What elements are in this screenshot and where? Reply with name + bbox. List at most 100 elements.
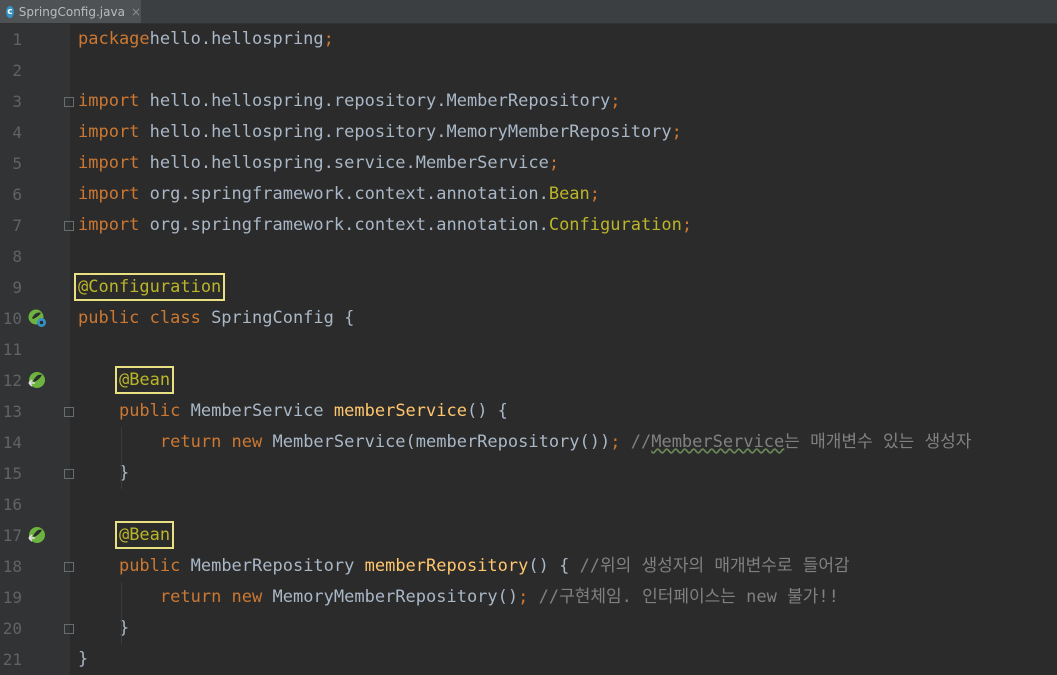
code-token: public bbox=[118, 401, 191, 421]
fold-marker-icon[interactable] bbox=[64, 407, 74, 417]
highlighted-annotation: @Bean bbox=[114, 366, 175, 394]
line-number: 8 bbox=[12, 247, 22, 266]
tab-springconfig[interactable]: c SpringConfig.java × bbox=[0, 0, 141, 23]
code-line-9[interactable]: 9 @Configuration bbox=[0, 272, 1057, 303]
code-text: import org.springframework.context.annot… bbox=[78, 210, 692, 241]
line-number: 15 bbox=[2, 464, 22, 483]
code-token: memberRepository bbox=[364, 556, 529, 576]
fold-marker-icon[interactable] bbox=[64, 221, 74, 231]
code-token: package bbox=[78, 29, 150, 49]
code-line-12[interactable]: 12 @Bean bbox=[0, 365, 1057, 396]
code-line-19[interactable]: 19 return new MemoryMemberRepository(); … bbox=[0, 582, 1057, 613]
code-token: Bean bbox=[548, 184, 590, 204]
code-text: import hello.hellospring.service.MemberS… bbox=[78, 148, 559, 179]
code-token: ; bbox=[548, 153, 560, 173]
code-text: return new MemoryMemberRepository(); //구… bbox=[78, 582, 839, 613]
code-token: return new bbox=[159, 432, 273, 452]
code-token: SpringConfig { bbox=[211, 308, 355, 328]
code-text: @Configuration bbox=[73, 272, 226, 303]
code-token: //구현체임. 인터페이스는 new 불가!! bbox=[538, 587, 839, 607]
code-token: hello.hellospring bbox=[149, 29, 324, 49]
code-line-11[interactable]: 11 bbox=[0, 334, 1057, 365]
code-token: Configuration bbox=[548, 215, 682, 235]
code-token: import bbox=[78, 215, 140, 235]
close-tab-icon[interactable]: × bbox=[131, 5, 141, 19]
code-line-7[interactable]: 7 import org.springframework.context.anno… bbox=[0, 210, 1057, 241]
code-token: public bbox=[118, 556, 191, 576]
code-token: ; bbox=[681, 215, 693, 235]
line-number: 6 bbox=[12, 185, 22, 204]
code-line-15[interactable]: 15 } bbox=[0, 458, 1057, 489]
code-line-13[interactable]: 13 public MemberService memberService() … bbox=[0, 396, 1057, 427]
code-text: packagehello.hellospring; bbox=[78, 24, 334, 55]
code-text: import org.springframework.context.annot… bbox=[78, 179, 600, 210]
code-line-2[interactable]: 2 bbox=[0, 55, 1057, 86]
line-number: 4 bbox=[12, 123, 22, 142]
line-number: 11 bbox=[2, 340, 22, 359]
line-number: 2 bbox=[12, 61, 22, 80]
code-text: @Bean bbox=[78, 365, 175, 396]
code-text: @Bean bbox=[78, 520, 175, 551]
highlighted-annotation: @Configuration bbox=[73, 273, 226, 301]
line-number: 10 bbox=[2, 309, 22, 328]
line-number: 5 bbox=[12, 154, 22, 173]
code-line-4[interactable]: 4 import hello.hellospring.repository.Mem… bbox=[0, 117, 1057, 148]
code-token: ; bbox=[610, 91, 621, 111]
code-line-1[interactable]: 1 packagehello.hellospring; bbox=[0, 24, 1057, 55]
fold-marker-icon[interactable] bbox=[64, 469, 74, 479]
code-token: hello.hellospring.repository.MemoryMembe… bbox=[139, 122, 672, 142]
code-token: } bbox=[78, 649, 89, 669]
code-text: return new MemberService(memberRepositor… bbox=[78, 427, 972, 458]
code-line-17[interactable]: 17 @Bean bbox=[0, 520, 1057, 551]
line-number: 3 bbox=[12, 92, 22, 111]
code-token: MemberRepository bbox=[190, 556, 365, 576]
code-token: () { bbox=[466, 401, 508, 421]
code-token: MemberService(memberRepository()) bbox=[272, 432, 611, 452]
code-token: ; bbox=[323, 29, 334, 49]
highlighted-annotation: @Bean bbox=[114, 521, 175, 549]
line-number: 16 bbox=[2, 495, 22, 514]
code-token: 는 매개변수 있는 생성자 bbox=[784, 432, 972, 452]
fold-marker-icon[interactable] bbox=[64, 97, 74, 107]
code-line-3[interactable]: 3 import hello.hellospring.repository.Mem… bbox=[0, 86, 1057, 117]
code-text: public MemberService memberService() { bbox=[78, 396, 508, 427]
code-line-6[interactable]: 6 import org.springframework.context.anno… bbox=[0, 179, 1057, 210]
indent-guide bbox=[121, 427, 122, 489]
line-number: 17 bbox=[2, 526, 22, 545]
code-text: public class SpringConfig { bbox=[78, 303, 354, 334]
code-text: import hello.hellospring.repository.Memb… bbox=[78, 86, 620, 117]
code-token: MemberService bbox=[190, 401, 334, 421]
code-line-8[interactable]: 8 bbox=[0, 241, 1057, 272]
spring-bean-icon[interactable] bbox=[27, 370, 47, 390]
line-number: 1 bbox=[12, 30, 22, 49]
line-number: 9 bbox=[12, 278, 22, 297]
indent-guide bbox=[121, 582, 122, 644]
line-number: 14 bbox=[2, 433, 22, 452]
code-line-5[interactable]: 5 import hello.hellospring.service.Member… bbox=[0, 148, 1057, 179]
spring-bean-icon[interactable] bbox=[27, 525, 47, 545]
code-line-18[interactable]: 18 public MemberRepository memberReposit… bbox=[0, 551, 1057, 582]
line-number: 20 bbox=[2, 619, 22, 638]
line-number: 7 bbox=[12, 216, 22, 235]
editor-tab-bar: c SpringConfig.java × bbox=[0, 0, 1057, 24]
class-file-icon: c bbox=[6, 5, 14, 18]
code-token: hello.hellospring.service.MemberService bbox=[139, 153, 549, 173]
code-token: org.springframework.context.annotation. bbox=[139, 215, 549, 235]
code-token: import bbox=[78, 122, 140, 142]
code-line-16[interactable]: 16 bbox=[0, 489, 1057, 520]
code-line-14[interactable]: 14 return new MemberService(memberReposi… bbox=[0, 427, 1057, 458]
spring-config-icon[interactable] bbox=[27, 308, 47, 328]
code-token: hello.hellospring.repository.MemberRepos… bbox=[139, 91, 611, 111]
code-line-20[interactable]: 20 } bbox=[0, 613, 1057, 644]
line-number: 18 bbox=[2, 557, 22, 576]
code-text: public MemberRepository memberRepository… bbox=[78, 551, 850, 582]
fold-marker-icon[interactable] bbox=[64, 562, 74, 572]
fold-marker-icon[interactable] bbox=[64, 624, 74, 634]
code-token: memberService bbox=[333, 401, 467, 421]
code-line-10[interactable]: 10 public class SpringConfig { bbox=[0, 303, 1057, 334]
code-line-21[interactable]: 21} bbox=[0, 644, 1057, 675]
